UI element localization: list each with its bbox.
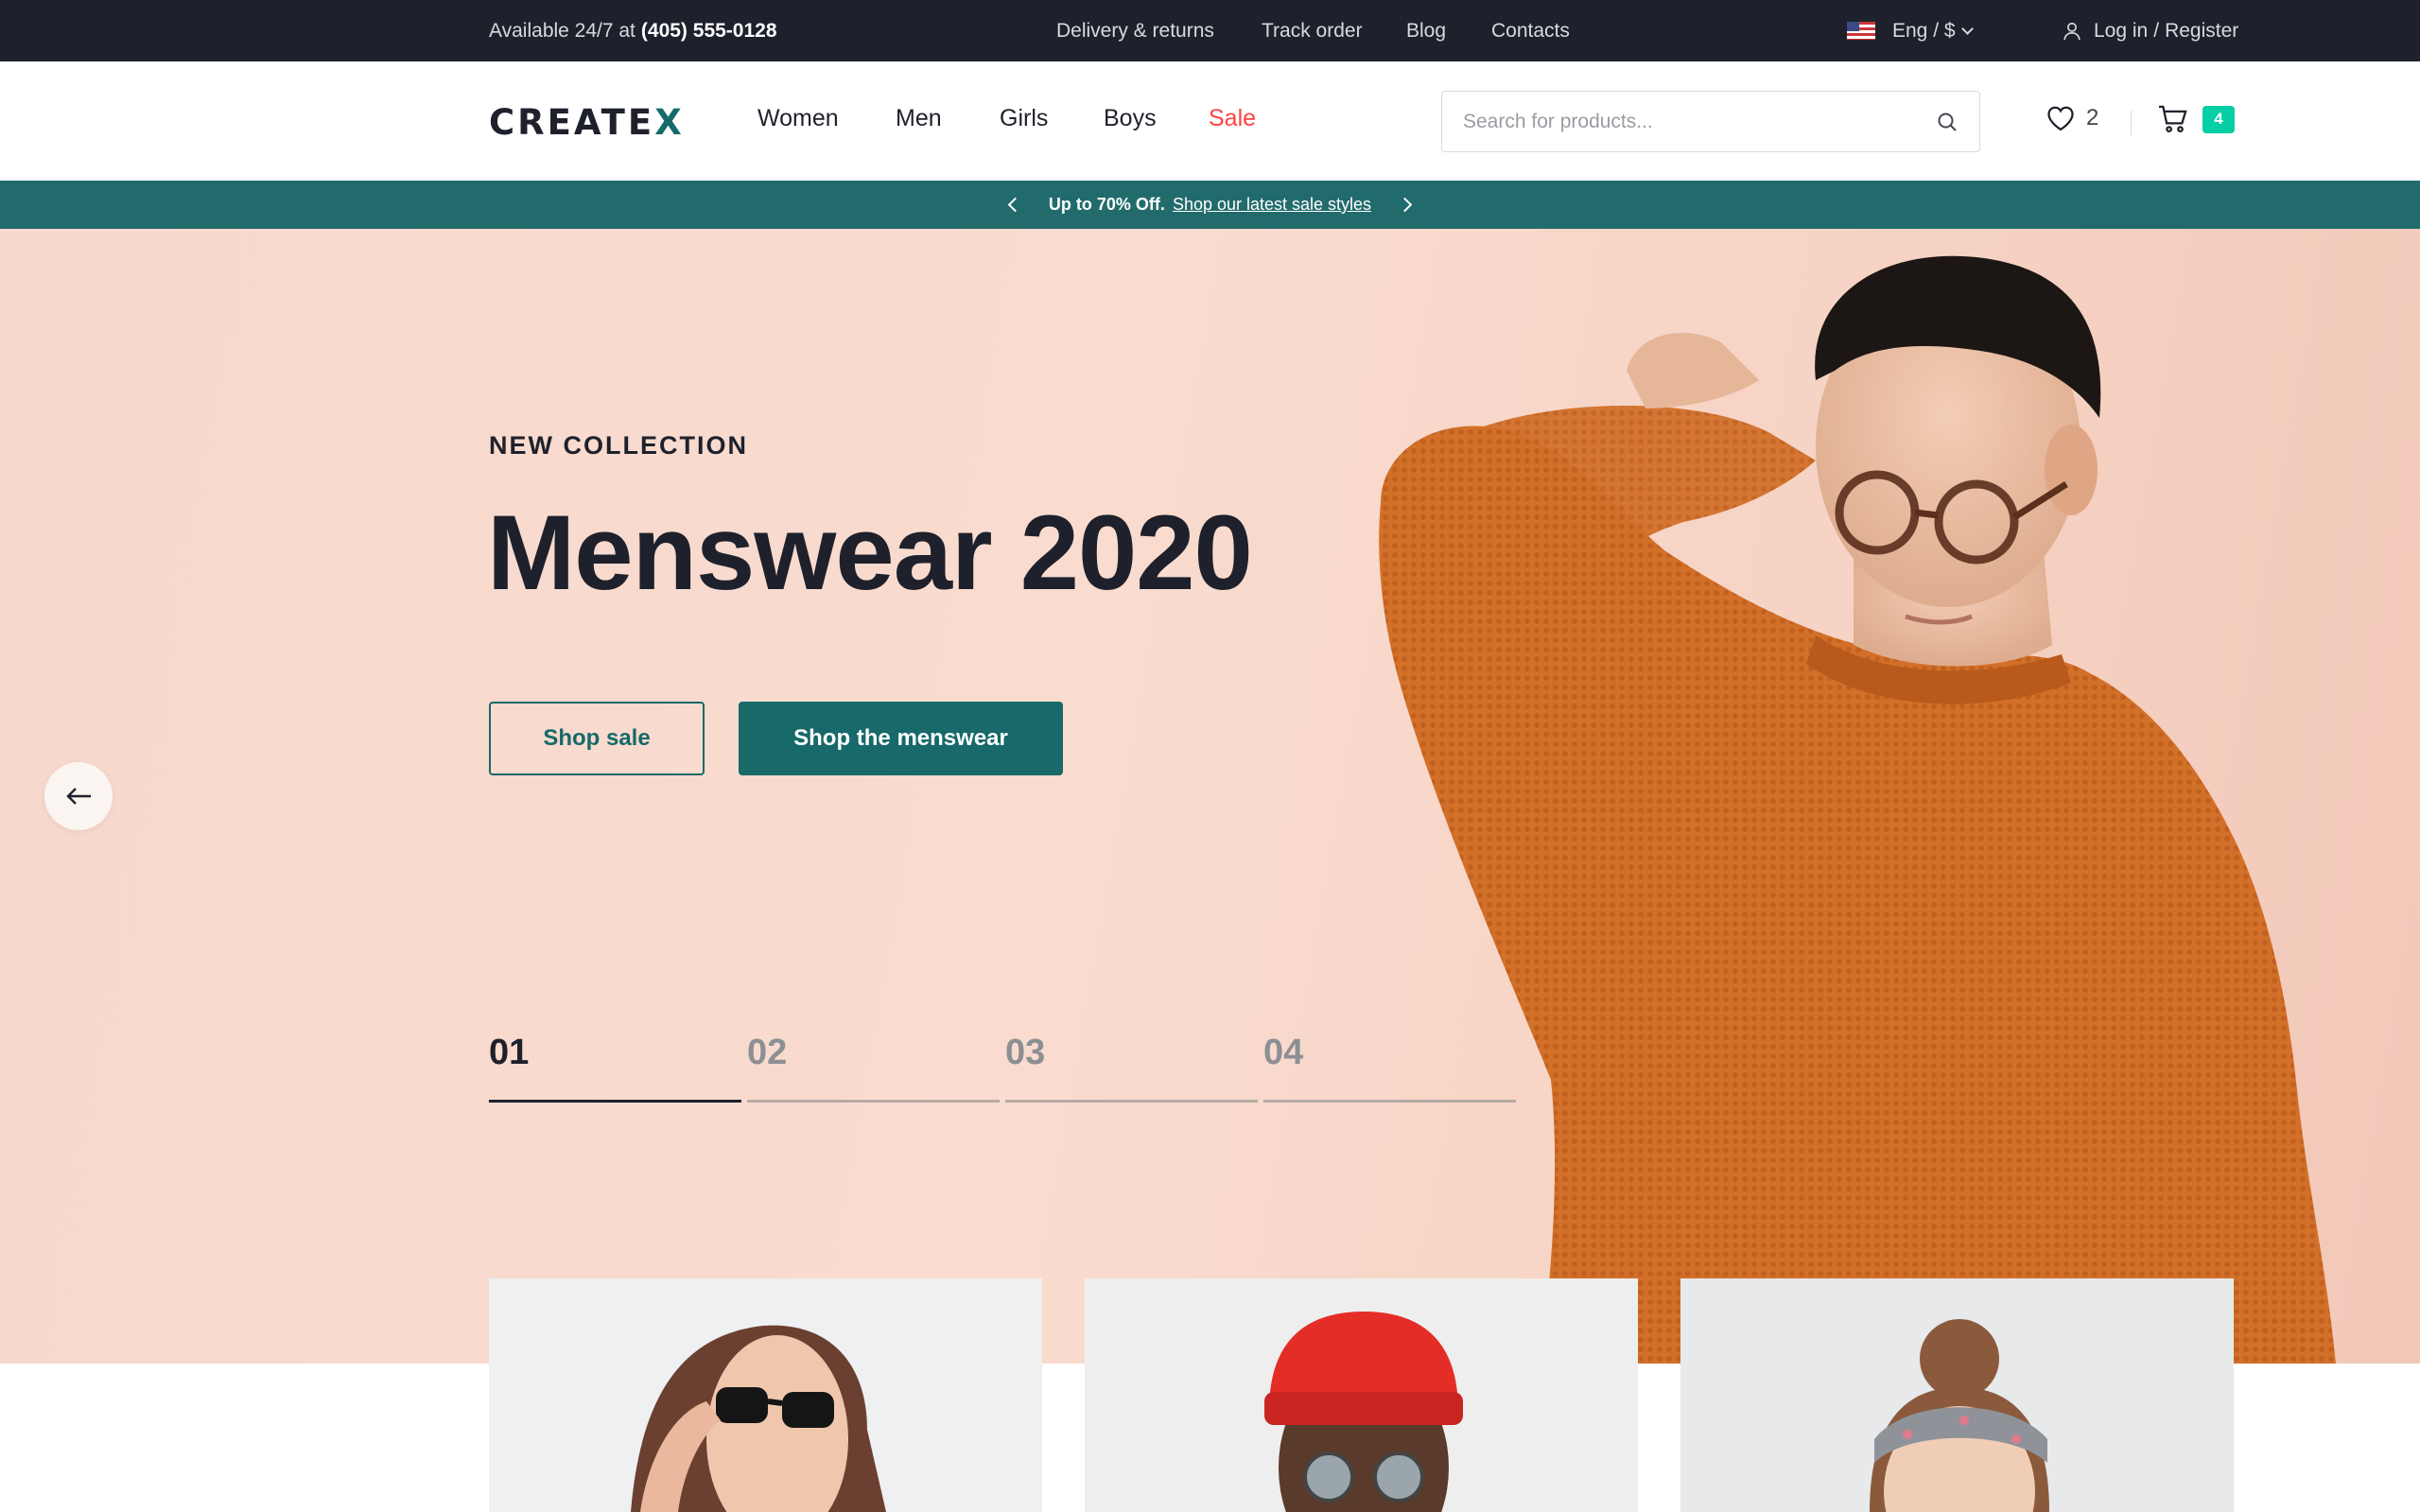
slide-progress-bar [489, 1100, 741, 1103]
slide-number: 03 [1005, 1033, 1046, 1072]
login-link[interactable]: Log in [2094, 20, 2148, 43]
cart-count-badge: 4 [2202, 105, 2235, 133]
chevron-left-icon[interactable] [1007, 197, 1023, 213]
search-icon[interactable] [1936, 111, 1959, 133]
logo-text: CREATE [489, 101, 655, 143]
search-input[interactable] [1463, 110, 1936, 133]
slide-progress-bar [1263, 1100, 1516, 1103]
slide-number: 04 [1263, 1033, 1304, 1072]
logo[interactable]: CREATE X [489, 99, 685, 145]
availability-text: Available 24/7 at [489, 19, 635, 42]
hero-title: Menswear 2020 [487, 494, 1253, 612]
shop-sale-button[interactable]: Shop sale [489, 702, 705, 775]
chevron-right-icon[interactable] [1397, 197, 1413, 213]
track-order-link[interactable]: Track order [1262, 20, 1363, 43]
blog-link[interactable]: Blog [1406, 20, 1446, 43]
man-red-beanie-image [1085, 1278, 1638, 1512]
nav-boys[interactable]: Boys [1104, 105, 1157, 132]
locale-selector[interactable]: Eng / $ [1847, 0, 1974, 61]
top-bar: Available 24/7 at (405) 555-0128 Deliver… [0, 0, 2420, 61]
phone-number[interactable]: (405) 555-0128 [641, 20, 777, 43]
slide-progress-bar [1005, 1100, 1258, 1103]
slide-tab-04[interactable]: 04 [1263, 1033, 1516, 1103]
delivery-returns-link[interactable]: Delivery & returns [1056, 20, 1214, 43]
chevron-down-icon [1960, 22, 1974, 35]
girl-headband-image [1680, 1278, 2234, 1512]
user-icon [2063, 22, 2081, 40]
shop-menswear-button[interactable]: Shop the menswear [739, 702, 1063, 775]
register-link[interactable]: Register [2165, 20, 2238, 43]
woman-sunglasses-image [489, 1278, 1042, 1512]
category-card-women[interactable] [489, 1278, 1042, 1512]
wishlist-button[interactable]: 2 [2046, 105, 2098, 131]
slide-number: 02 [747, 1033, 788, 1072]
login-separator: / [2153, 19, 2160, 42]
promo-bold-text: Up to 70% Off. [1048, 195, 1165, 214]
locale-label: Eng / $ [1892, 19, 1956, 42]
hero-model-image [1379, 255, 2336, 1364]
nav-men[interactable]: Men [896, 105, 942, 132]
logo-x: X [654, 101, 685, 143]
hero-eyebrow: NEW COLLECTION [489, 431, 748, 460]
promo-link[interactable]: Shop our latest sale styles [1173, 195, 1371, 215]
hero-banner: NEW COLLECTION Menswear 2020 Shop sale S… [0, 229, 2420, 1364]
slide-tab-02[interactable]: 02 [747, 1033, 1000, 1103]
arrow-left-icon [66, 788, 91, 805]
nav-sale[interactable]: Sale [1209, 105, 1256, 132]
prev-slide-button[interactable] [44, 762, 113, 830]
cart-button[interactable]: 4 [2157, 105, 2235, 133]
availability-info: Available 24/7 at (405) 555-0128 [489, 0, 777, 61]
nav-girls[interactable]: Girls [1000, 105, 1048, 132]
slide-number: 01 [489, 1033, 530, 1072]
category-card-girls[interactable] [1680, 1278, 2234, 1512]
promo-bar: Up to 70% Off. Shop our latest sale styl… [0, 181, 2420, 229]
header-divider [2131, 111, 2132, 135]
slide-progress-bar [747, 1100, 1000, 1103]
heart-icon [2047, 106, 2074, 131]
search-box [1441, 91, 1980, 152]
category-card-men[interactable] [1085, 1278, 1638, 1512]
flag-us-icon [1847, 22, 1875, 40]
wishlist-count: 2 [2086, 105, 2099, 130]
main-header: CREATEX Women Men Girls Boys Sale 2 4 [0, 61, 2420, 181]
cart-icon [2159, 105, 2187, 133]
contacts-link[interactable]: Contacts [1491, 20, 1570, 43]
account-links: Log in / Register [2062, 0, 2238, 61]
slide-tab-03[interactable]: 03 [1005, 1033, 1258, 1103]
nav-women[interactable]: Women [757, 105, 839, 132]
slide-tab-01[interactable]: 01 [489, 1033, 741, 1103]
